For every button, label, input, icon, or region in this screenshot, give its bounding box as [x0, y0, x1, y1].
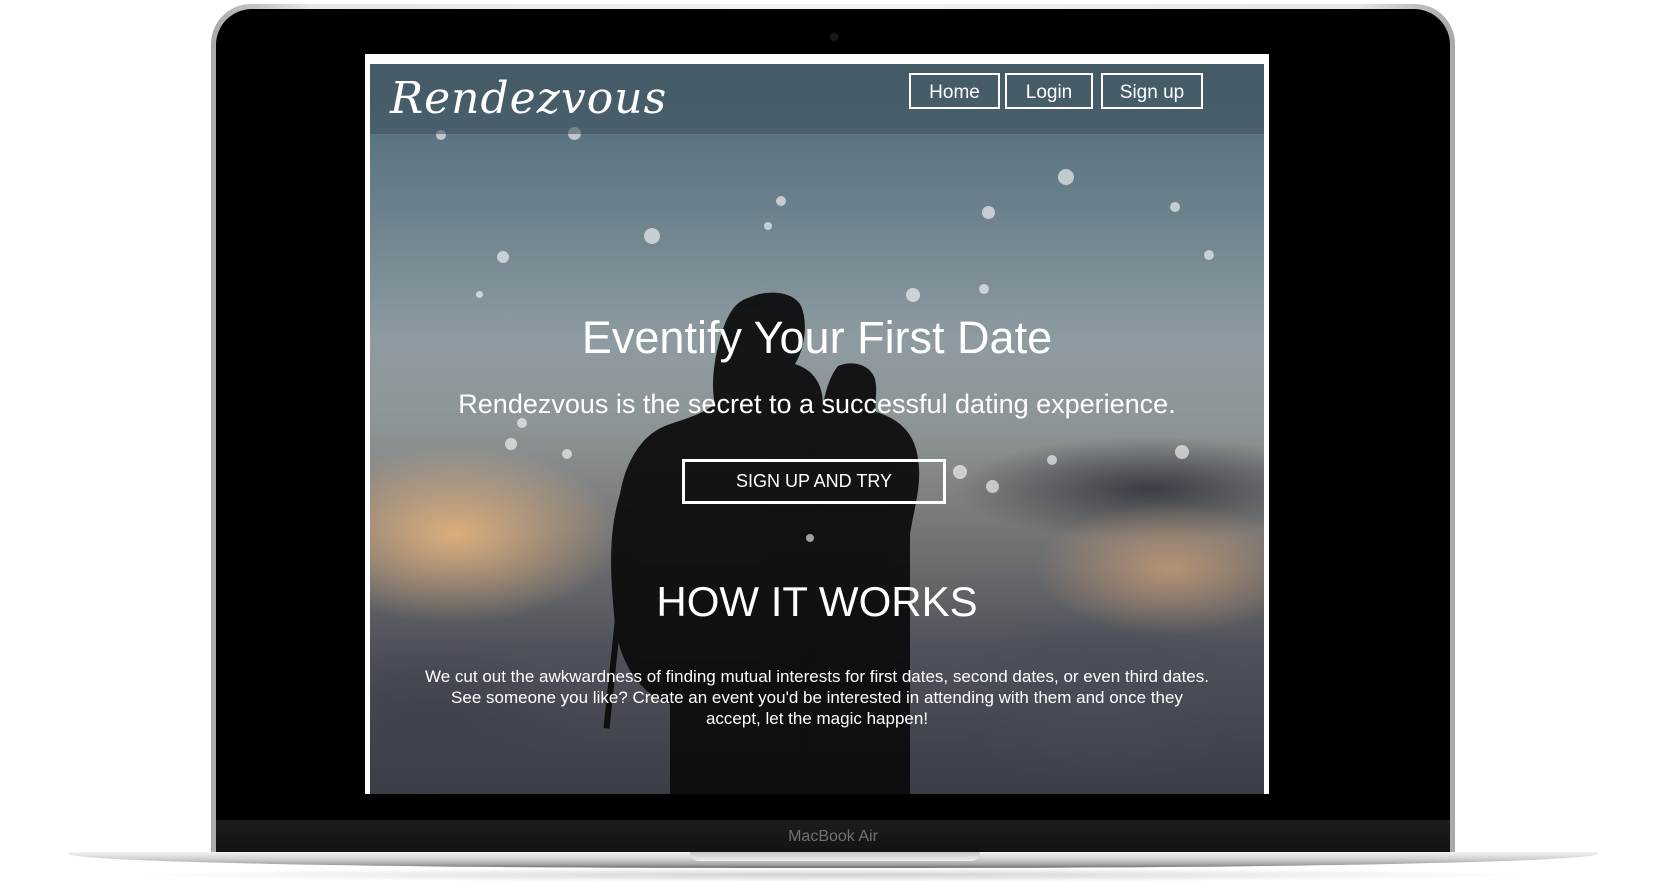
snow-particle — [1170, 202, 1180, 212]
snow-particle — [982, 206, 995, 219]
nav-login-button[interactable]: Login — [1005, 73, 1093, 109]
hero-section: Rendezvous Home Login Sign up Eventify Y… — [370, 64, 1264, 794]
laptop-shadow — [120, 868, 1546, 882]
snow-particle — [476, 291, 483, 298]
snow-particle — [505, 438, 517, 450]
top-navbar: Rendezvous Home Login Sign up — [370, 64, 1264, 134]
camera-icon — [830, 33, 838, 41]
hero-title: Eventify Your First Date — [581, 312, 1053, 363]
snow-particle — [776, 196, 786, 206]
device-label: MacBook Air — [788, 828, 878, 845]
website-screen: Rendezvous Home Login Sign up Eventify Y… — [365, 54, 1269, 794]
nav-home-button[interactable]: Home — [909, 73, 1000, 109]
snow-particle — [1175, 445, 1189, 459]
snow-particle — [562, 449, 572, 459]
snow-particle — [986, 480, 999, 493]
snow-particle — [953, 465, 967, 479]
nav-signup-button[interactable]: Sign up — [1101, 73, 1203, 109]
signup-and-try-button[interactable]: SIGN UP AND TRY — [682, 459, 946, 504]
snow-particle — [1058, 169, 1074, 185]
hero-subtitle: Rendezvous is the secret to a successful… — [458, 389, 1176, 419]
laptop-notch — [690, 852, 980, 861]
snow-particle — [806, 534, 814, 542]
snow-particle — [1047, 455, 1057, 465]
snow-particle — [644, 228, 660, 244]
snow-particle — [764, 222, 772, 230]
snow-particle — [979, 284, 989, 294]
snow-particle — [497, 251, 509, 263]
snow-particle — [1204, 250, 1214, 260]
how-it-works-title: HOW IT WORKS — [656, 578, 978, 625]
snow-particle — [906, 288, 920, 302]
how-it-works-text: We cut out the awkwardness of finding mu… — [425, 667, 1209, 728]
site-logo[interactable]: Rendezvous — [390, 68, 667, 130]
